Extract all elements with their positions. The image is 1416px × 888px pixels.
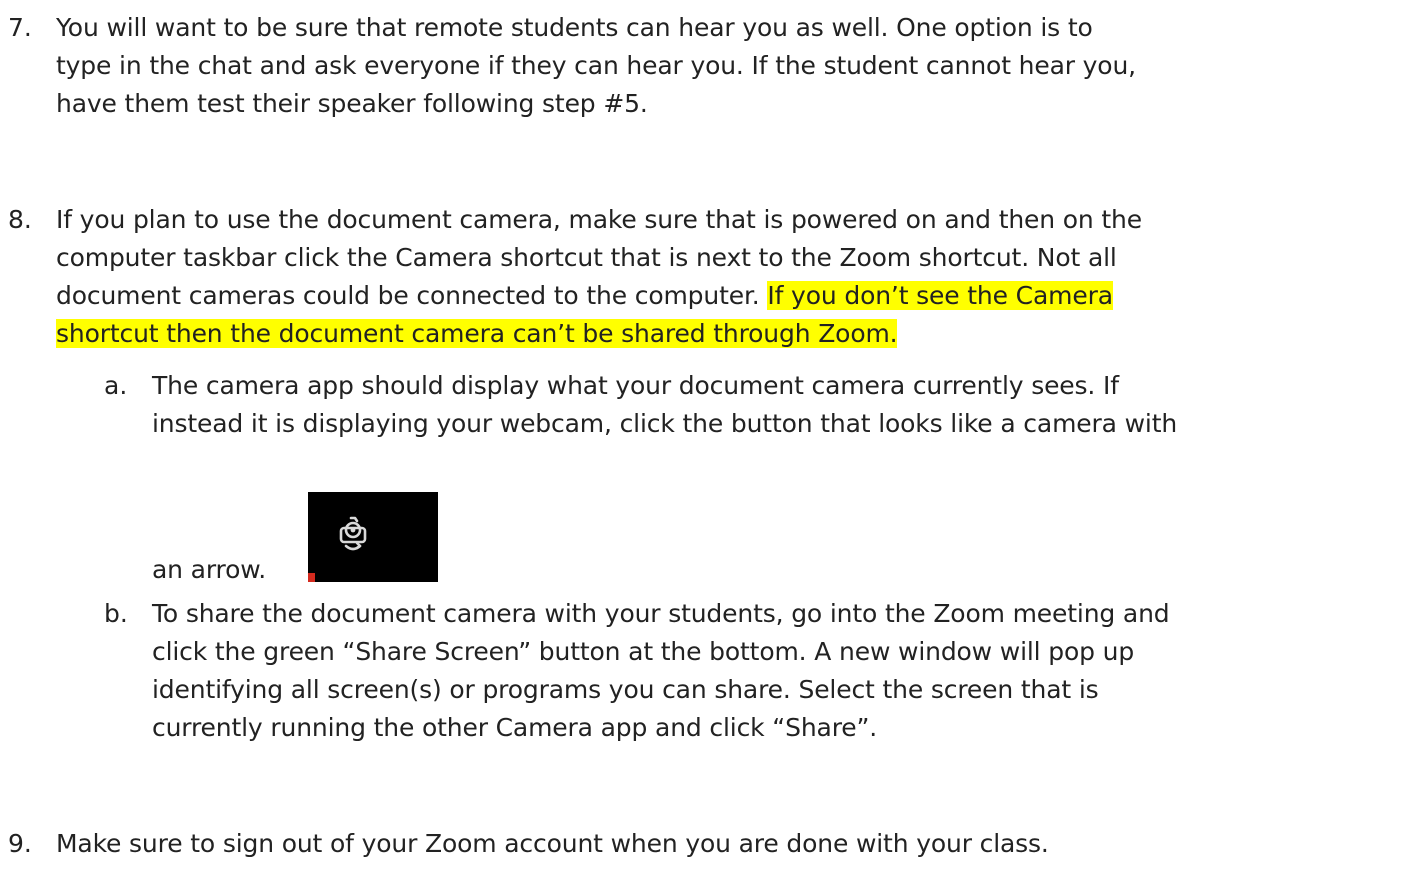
- list-number: 7.: [8, 13, 32, 42]
- paragraph-line: The camera app should display what your …: [152, 371, 1119, 400]
- paragraph-line: an arrow.: [152, 555, 267, 584]
- list-number: 9.: [8, 829, 32, 858]
- camera-switch-icon: [308, 492, 438, 582]
- highlighted-text: shortcut then the document camera can’t …: [56, 319, 898, 348]
- paragraph-line: If you plan to use the document camera, …: [56, 205, 1142, 234]
- sub-item-letter: b.: [104, 599, 128, 628]
- paragraph-line: identifying all screen(s) or programs yo…: [152, 675, 1099, 704]
- document-page: 7. You will want to be sure that remote …: [0, 0, 1416, 888]
- highlighted-text: If you don’t see the Camera: [767, 281, 1113, 310]
- paragraph-line: have them test their speaker following s…: [56, 89, 648, 118]
- paragraph-line: currently running the other Camera app a…: [152, 713, 878, 742]
- marker-icon: [308, 573, 315, 582]
- paragraph-line: To share the document camera with your s…: [152, 599, 1170, 628]
- paragraph-line: click the green “Share Screen” button at…: [152, 637, 1135, 666]
- list-number: 8.: [8, 205, 32, 234]
- sub-item-letter: a.: [104, 371, 128, 400]
- paragraph-line: type in the chat and ask everyone if the…: [56, 51, 1136, 80]
- paragraph-line: document cameras could be connected to t…: [56, 277, 1113, 315]
- paragraph-line: computer taskbar click the Camera shortc…: [56, 243, 1117, 272]
- paragraph-line: shortcut then the document camera can’t …: [56, 315, 898, 353]
- paragraph-line: Make sure to sign out of your Zoom accou…: [56, 829, 1049, 858]
- paragraph-line: instead it is displaying your webcam, cl…: [152, 409, 1178, 438]
- paragraph-line: You will want to be sure that remote stu…: [56, 13, 1093, 42]
- plain-text: document cameras could be connected to t…: [56, 281, 768, 310]
